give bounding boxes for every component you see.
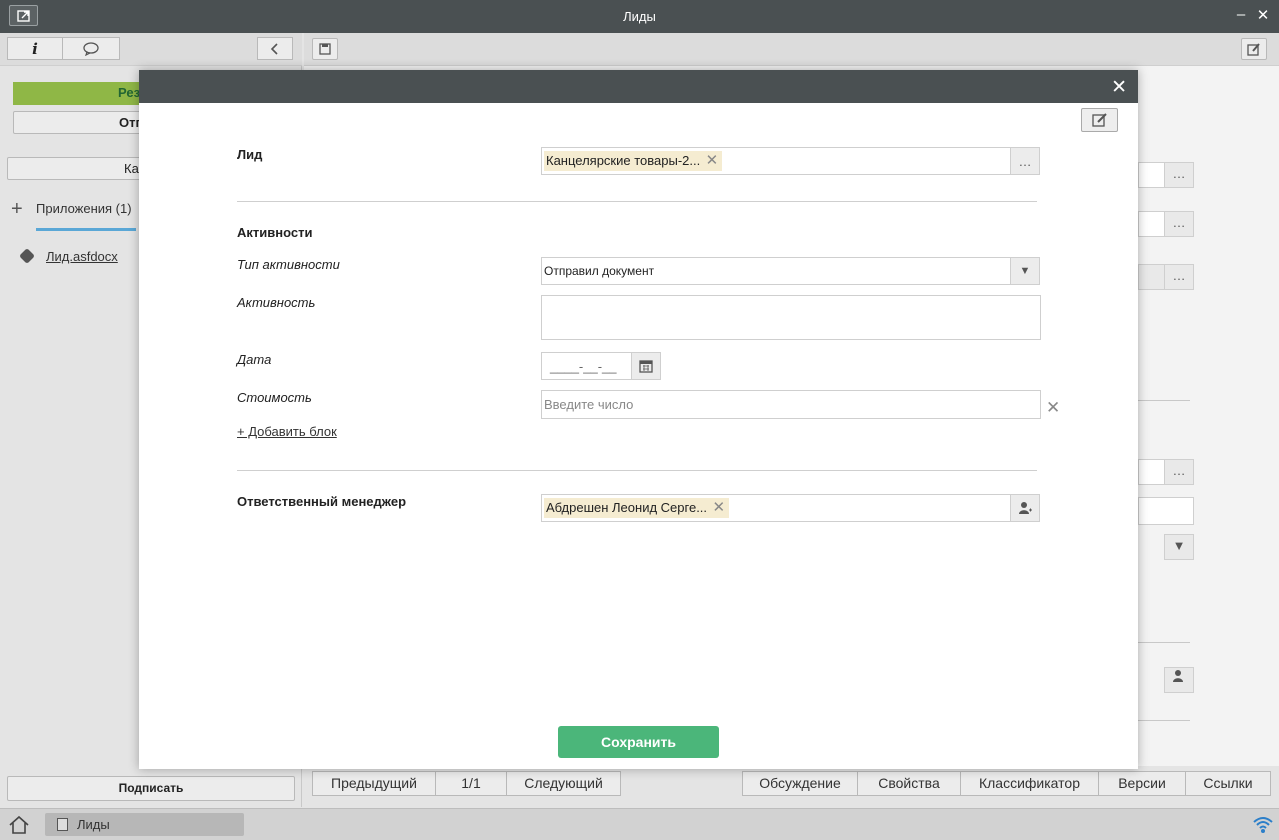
taskbar-item[interactable]: Лиды — [45, 813, 244, 836]
comments-tab[interactable] — [62, 37, 120, 60]
manager-label: Ответственный менеджер — [237, 494, 407, 509]
attachments-tab-underline — [36, 228, 136, 231]
add-attachment-icon[interactable]: + — [11, 199, 23, 219]
manager-tag: Абдрешен Леонид Серге... ✕ — [544, 498, 730, 518]
bg-select-arrow: ▼ — [1164, 534, 1194, 560]
activity-type-label: Тип активности — [237, 257, 340, 272]
document-icon — [57, 818, 68, 831]
manager-field[interactable]: Абдрешен Леонид Серге... ✕ — [541, 494, 1011, 522]
file-icon — [19, 248, 35, 264]
edit-document-button[interactable] — [1241, 38, 1267, 60]
tab-discussion[interactable]: Обсуждение — [742, 771, 858, 796]
tab-properties[interactable]: Свойства — [857, 771, 961, 796]
taskbar: Лиды — [0, 808, 1279, 840]
user-icon — [1173, 670, 1183, 682]
bg-user-button — [1164, 667, 1194, 693]
bg-dots-button: … — [1164, 264, 1194, 290]
activity-textarea[interactable] — [541, 295, 1041, 340]
remove-tag-icon[interactable]: ✕ — [712, 498, 725, 518]
activity-type-value: Отправил документ — [544, 264, 655, 278]
window-titlebar: Лиды – ✕ — [0, 0, 1279, 33]
add-block-link[interactable]: + Добавить блок — [237, 424, 337, 439]
tab-links[interactable]: Ссылки — [1185, 771, 1271, 796]
floppy-icon — [319, 43, 331, 55]
activity-type-dropdown-button[interactable]: ▼ — [1010, 257, 1040, 285]
divider — [237, 470, 1037, 471]
bg-dots-button: … — [1164, 162, 1194, 188]
save-document-button[interactable] — [312, 38, 338, 60]
cost-placeholder: Введите число — [544, 397, 634, 412]
right-toolbar — [304, 33, 1279, 66]
tab-classifier[interactable]: Классификатор — [960, 771, 1099, 796]
next-button[interactable]: Следующий — [506, 771, 621, 796]
tab-versions[interactable]: Версии — [1098, 771, 1186, 796]
calendar-icon — [639, 360, 653, 373]
remove-block-icon[interactable]: ✕ — [1046, 398, 1060, 418]
chevron-down-icon: ▼ — [1019, 265, 1031, 277]
lead-field[interactable]: Канцелярские товары-2... ✕ — [541, 147, 1011, 175]
manager-lookup-button[interactable] — [1010, 494, 1040, 522]
bg-dots-button: … — [1164, 459, 1194, 485]
speech-bubble-icon — [83, 41, 99, 56]
lead-label: Лид — [237, 147, 263, 162]
date-placeholder: ____-__-__ — [550, 359, 617, 374]
bg-dots-button: … — [1164, 211, 1194, 237]
cost-input[interactable]: Введите число — [541, 390, 1041, 419]
prev-button[interactable]: Предыдущий — [312, 771, 436, 796]
bg-divider — [1138, 400, 1190, 401]
activities-heading: Активности — [237, 225, 313, 240]
bg-divider — [1138, 720, 1190, 721]
attachments-tab[interactable]: Приложения (1) — [36, 201, 136, 216]
taskbar-item-label: Лиды — [77, 817, 110, 832]
close-window-button[interactable]: ✕ — [1255, 6, 1271, 24]
left-toolbar: i — [0, 33, 302, 66]
minimize-button[interactable]: – — [1233, 6, 1249, 24]
attachment-file-link[interactable]: Лид.asfdocx — [46, 249, 118, 264]
date-input[interactable]: ____-__-__ — [541, 352, 633, 380]
bg-divider — [1138, 642, 1190, 643]
manager-tag-text: Абдрешен Леонид Серге... — [546, 500, 708, 515]
sign-button[interactable]: Подписать — [7, 776, 295, 801]
wifi-icon — [1253, 817, 1273, 833]
edit-icon — [1091, 113, 1107, 127]
page-indicator: 1/1 — [435, 771, 507, 796]
lead-modal: ✕ Лид Канцелярские товары-2... ✕ … Актив… — [139, 70, 1138, 769]
edit-icon — [1247, 42, 1260, 56]
lead-tag: Канцелярские товары-2... ✕ — [544, 151, 723, 171]
modal-edit-button[interactable] — [1081, 108, 1118, 132]
activity-type-select[interactable]: Отправил документ — [541, 257, 1011, 285]
bg-field — [1138, 497, 1194, 525]
user-icon — [1019, 502, 1032, 514]
save-button[interactable]: Сохранить — [558, 726, 719, 758]
modal-header: ✕ — [139, 70, 1138, 103]
lead-tag-text: Канцелярские товары-2... — [546, 153, 701, 168]
divider — [237, 201, 1037, 202]
activity-label: Активность — [237, 295, 316, 310]
cost-label: Стоимость — [237, 390, 312, 405]
lead-lookup-button[interactable]: … — [1010, 147, 1040, 175]
info-tab[interactable]: i — [7, 37, 63, 60]
date-label: Дата — [237, 352, 272, 367]
home-icon[interactable] — [8, 815, 30, 835]
close-icon[interactable]: ✕ — [1111, 76, 1127, 99]
collapse-panel-button[interactable] — [257, 37, 293, 60]
info-icon: i — [32, 39, 38, 58]
calendar-button[interactable] — [631, 352, 661, 380]
remove-tag-icon[interactable]: ✕ — [706, 151, 719, 171]
window-title: Лиды — [623, 9, 656, 24]
bottom-navigation: Предыдущий 1/1 Следующий Обсуждение Свой… — [304, 771, 1279, 797]
chevron-left-icon — [270, 42, 278, 55]
more-dots-icon: … — [1018, 153, 1032, 169]
